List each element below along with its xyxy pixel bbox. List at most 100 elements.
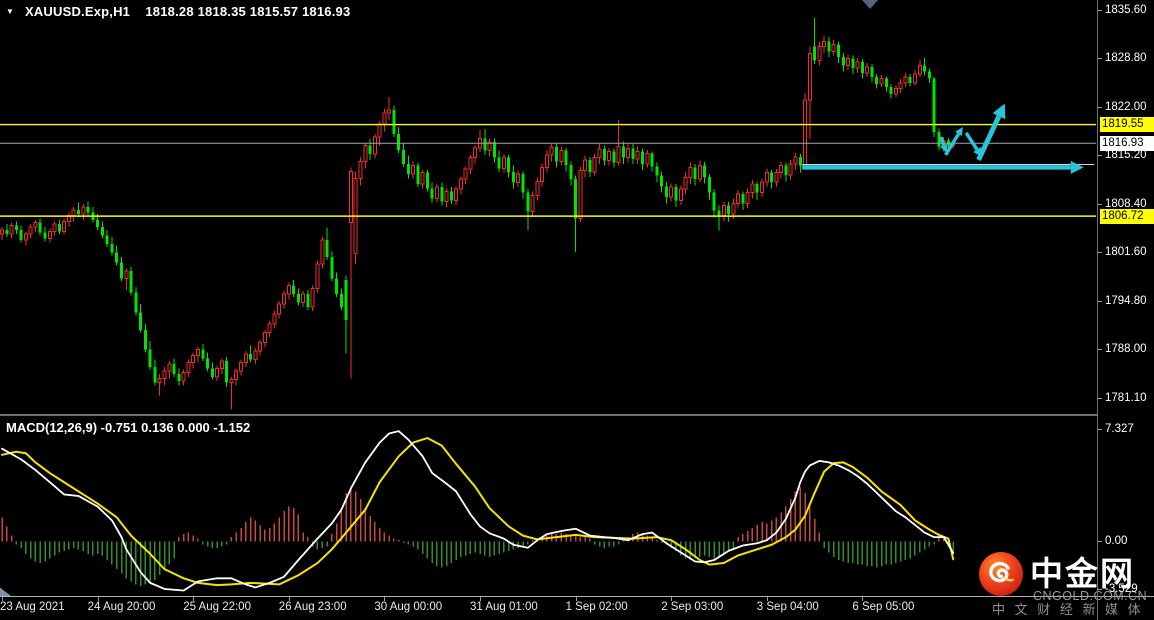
bear-candle-body bbox=[554, 147, 558, 162]
bear-candle-body bbox=[249, 354, 253, 360]
bear-candle-body bbox=[875, 77, 879, 85]
bear-candle-body bbox=[884, 78, 888, 88]
bull-candle-body bbox=[282, 293, 287, 305]
price-tick bbox=[1097, 106, 1102, 108]
bull-candle-body bbox=[186, 362, 191, 374]
mt4-chart-window: ▼ XAUUSD.Exp,H1 1818.28 1818.35 1815.57 … bbox=[0, 0, 1154, 620]
bear-candle-body bbox=[693, 167, 697, 180]
bear-candle-body bbox=[813, 46, 817, 61]
bear-candle-body bbox=[292, 285, 296, 295]
bull-candle-body bbox=[764, 172, 769, 183]
bull-candle-body bbox=[358, 160, 363, 179]
bear-candle-body bbox=[511, 172, 515, 183]
bear-candle-body bbox=[526, 192, 530, 212]
bear-candle-body bbox=[784, 165, 788, 175]
bear-candle-body bbox=[703, 165, 707, 178]
bull-candle-body bbox=[597, 148, 602, 159]
bull-candle-body bbox=[817, 45, 822, 62]
bull-candle-body bbox=[434, 186, 439, 199]
bull-candle-body bbox=[454, 188, 459, 202]
bull-candle-body bbox=[917, 65, 922, 75]
bull-candle-body bbox=[463, 168, 468, 180]
bear-candle-body bbox=[798, 157, 802, 166]
macd-indicator-label: MACD(12,26,9) -0.751 0.136 0.000 -1.152 bbox=[6, 420, 251, 435]
bear-candle-body bbox=[674, 187, 678, 201]
bear-candle-body bbox=[225, 361, 229, 383]
bull-candle-body bbox=[272, 313, 277, 325]
symbol-timeframe-label: XAUUSD.Exp,H1 bbox=[24, 4, 131, 19]
bear-candle-body bbox=[707, 177, 711, 193]
bull-candle-body bbox=[229, 379, 234, 384]
bull-candle-body bbox=[879, 78, 884, 85]
bull-candle-body bbox=[301, 293, 306, 304]
bull-candle-body bbox=[348, 170, 353, 224]
price-tick bbox=[1097, 155, 1102, 157]
bull-candle-body bbox=[0, 229, 4, 235]
bear-candle-body bbox=[588, 159, 592, 173]
scroll-marker-icon[interactable] bbox=[0, 587, 11, 597]
time-label: 3 Sep 04:00 bbox=[756, 601, 819, 613]
macd-axis-label: 7.327 bbox=[1105, 423, 1134, 436]
down-triangle-marker-icon bbox=[862, 0, 879, 9]
bull-candle-body bbox=[540, 167, 545, 182]
bull-candle-body bbox=[124, 270, 129, 279]
bear-candle-body bbox=[650, 153, 654, 167]
bull-candle-body bbox=[846, 58, 851, 67]
time-label: 24 Aug 20:00 bbox=[87, 601, 156, 613]
bull-candle-body bbox=[855, 61, 860, 69]
symbol-dropdown-icon[interactable]: ▼ bbox=[6, 7, 14, 16]
bull-candle-body bbox=[377, 123, 382, 138]
bear-candle-body bbox=[870, 67, 874, 78]
bull-candle-body bbox=[411, 165, 416, 175]
panel-separator[interactable] bbox=[0, 414, 1097, 416]
bull-candle-body bbox=[253, 350, 258, 361]
bull-candle-body bbox=[760, 181, 765, 194]
bull-candle-body bbox=[683, 177, 688, 190]
bull-candle-body bbox=[635, 150, 640, 160]
bear-candle-body bbox=[440, 187, 444, 202]
bear-candle-body bbox=[449, 191, 453, 201]
bull-candle-body bbox=[181, 372, 186, 382]
time-axis[interactable]: 23 Aug 2021 24 Aug 20:00 25 Aug 22:00 26 Au… bbox=[0, 597, 1154, 620]
price-chart-canvas[interactable] bbox=[0, 0, 1097, 414]
time-label: 31 Aug 01:00 bbox=[470, 601, 538, 613]
bull-candle-body bbox=[549, 146, 554, 156]
time-label: 30 Aug 00:00 bbox=[374, 601, 443, 613]
bear-candle-body bbox=[641, 151, 645, 165]
bull-candle-body bbox=[9, 225, 14, 235]
bullish-forecast-arrow[interactable] bbox=[976, 115, 1002, 161]
bull-candle-body bbox=[62, 220, 67, 232]
bear-candle-body bbox=[120, 262, 123, 279]
bull-candle-body bbox=[678, 188, 683, 202]
bear-candle-body bbox=[574, 179, 578, 219]
bull-candle-body bbox=[788, 163, 793, 176]
bull-candle-body bbox=[162, 370, 167, 379]
price-grid-label: 1794.80 bbox=[1105, 294, 1147, 307]
bull-candle-body bbox=[23, 233, 28, 241]
current-price-tag: 1816.93 bbox=[1100, 135, 1154, 151]
zigzag-down-arrow[interactable] bbox=[964, 131, 979, 151]
bear-candle-body bbox=[368, 145, 372, 155]
bull-candle-body bbox=[420, 172, 425, 185]
bull-candle-body bbox=[616, 145, 621, 164]
price-axis[interactable]: 1835.60 1828.80 1822.00 1815.20 1808.40 1801.… bbox=[1097, 0, 1154, 620]
bear-candle-body bbox=[134, 292, 138, 313]
bull-candle-body bbox=[516, 173, 521, 184]
bull-candle-body bbox=[458, 178, 463, 190]
candles-series bbox=[0, 17, 956, 410]
bull-candle-body bbox=[262, 332, 267, 344]
bear-candle-body bbox=[497, 157, 501, 169]
bull-candle-body bbox=[822, 40, 827, 47]
macd-indicator-canvas[interactable] bbox=[0, 416, 1097, 596]
bear-candle-body bbox=[129, 271, 133, 293]
chart-title: ▼ XAUUSD.Exp,H1 1818.28 1818.35 1815.57 … bbox=[6, 4, 350, 19]
bear-candle-body bbox=[430, 188, 434, 199]
time-label: 2 Sep 03:00 bbox=[661, 601, 724, 613]
bull-candle-body bbox=[468, 157, 473, 170]
price-grid-label: 1828.80 bbox=[1105, 52, 1147, 65]
bear-candle-body bbox=[923, 65, 927, 72]
macd-axis-tick bbox=[1097, 541, 1102, 543]
bear-candle-body bbox=[770, 172, 774, 183]
bear-candle-body bbox=[521, 174, 525, 193]
bear-candle-body bbox=[339, 294, 343, 307]
